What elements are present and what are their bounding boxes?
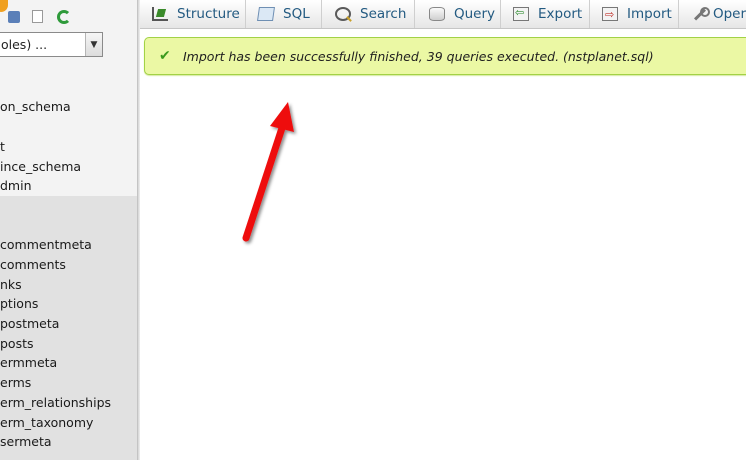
tab-label: Oper: [712, 6, 746, 22]
top-menu-tabs: Structure SQL Search Query Export Import…: [140, 0, 746, 29]
home-icon[interactable]: [8, 11, 20, 23]
sidebar-item-database[interactable]: on_schema: [0, 99, 71, 114]
annotation-arrow: [242, 102, 294, 242]
check-icon: ✔: [159, 48, 171, 64]
sidebar-item-table[interactable]: posts: [0, 336, 34, 351]
sidebar-item-table[interactable]: ptions: [0, 296, 38, 311]
database-select-value: oles) ...: [1, 37, 48, 52]
structure-icon: [152, 7, 168, 21]
sidebar-item-table[interactable]: sermeta: [0, 434, 52, 449]
tab-import[interactable]: Import: [590, 0, 679, 28]
tab-label: Import: [627, 6, 672, 22]
tab-operations[interactable]: Oper: [679, 0, 746, 28]
tab-label: Export: [538, 6, 583, 22]
sidebar-item-database[interactable]: ince_schema: [0, 159, 81, 174]
sidebar-item-table[interactable]: comments: [0, 257, 66, 272]
sidebar-item-database[interactable]: dmin: [0, 178, 32, 193]
database-select[interactable]: oles) ... ▼: [0, 32, 103, 57]
sidebar-item-table[interactable]: erm_relationships: [0, 395, 111, 410]
sql-icon: [257, 7, 275, 21]
reload-icon[interactable]: [57, 10, 71, 24]
search-icon: [335, 7, 351, 21]
sidebar-resize-handle[interactable]: [137, 0, 140, 460]
sidebar-item-table[interactable]: nks: [0, 277, 22, 292]
operations-icon: [691, 7, 710, 21]
tab-sql[interactable]: SQL: [246, 0, 322, 28]
import-success-message: ✔ Import has been successfully finished,…: [144, 37, 746, 75]
tab-query[interactable]: Query: [415, 0, 501, 28]
tab-export[interactable]: Export: [501, 0, 590, 28]
tab-label: Query: [454, 6, 496, 22]
tab-label: Structure: [177, 6, 240, 22]
chevron-down-icon[interactable]: ▼: [85, 33, 102, 56]
tab-structure[interactable]: Structure: [140, 0, 246, 28]
arrow-shape: [242, 102, 294, 242]
sidebar-item-table[interactable]: ermmeta: [0, 355, 57, 370]
import-icon: [602, 7, 618, 21]
success-message-text: Import has been successfully finished, 3…: [183, 48, 654, 64]
tab-label: Search: [360, 6, 407, 22]
tab-label: SQL: [283, 6, 310, 22]
documentation-icon[interactable]: [32, 10, 43, 23]
sidebar-item-table[interactable]: postmeta: [0, 316, 59, 331]
sidebar-item-table[interactable]: commentmeta: [0, 237, 92, 252]
export-icon: [513, 6, 529, 21]
sidebar-item-table[interactable]: erms: [0, 375, 31, 390]
navigation-sidebar: oles) ... ▼ on_schema t ince_schema dmin…: [0, 0, 137, 460]
sidebar-item-database[interactable]: t: [0, 139, 5, 154]
sidebar-item-table[interactable]: erm_taxonomy: [0, 415, 93, 430]
sidebar-item-table[interactable]: [0, 454, 4, 460]
tab-search[interactable]: Search: [322, 0, 415, 28]
query-icon: [429, 7, 445, 21]
